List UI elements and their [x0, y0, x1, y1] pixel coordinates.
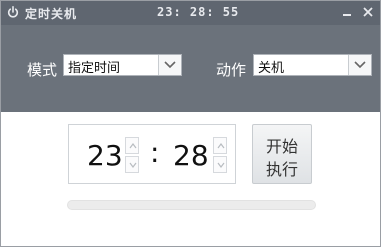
- start-button-label-line1: 开始: [265, 137, 298, 156]
- hour-down-button[interactable]: [125, 156, 139, 173]
- minute-down-button[interactable]: [213, 156, 227, 173]
- close-button[interactable]: [359, 3, 377, 21]
- chevron-down-icon: [164, 61, 176, 69]
- chevron-down-icon: [129, 162, 137, 168]
- minute-field[interactable]: 28: [173, 139, 209, 172]
- chevron-up-icon: [217, 143, 225, 149]
- hour-up-button[interactable]: [125, 137, 139, 154]
- chevron-down-icon: [217, 162, 225, 168]
- mode-dropdown-button[interactable]: [158, 55, 181, 75]
- title-bar[interactable]: 定时关机 23: 28: 55: [1, 1, 380, 25]
- hour-field[interactable]: 23: [87, 139, 123, 172]
- chevron-down-icon: [354, 61, 366, 69]
- mode-select-value: 指定时间: [68, 61, 121, 76]
- hour-spinner: [125, 137, 139, 173]
- mode-select[interactable]: 指定时间: [63, 54, 182, 76]
- minute-spinner: [213, 137, 227, 173]
- action-select-value: 关机: [258, 61, 285, 76]
- power-icon: [7, 6, 19, 18]
- minimize-icon: [343, 14, 351, 16]
- progress-bar: [67, 200, 316, 210]
- minute-up-button[interactable]: [213, 137, 227, 154]
- time-separator: :: [150, 136, 160, 169]
- start-button-label-line2: 执行: [265, 160, 298, 179]
- mode-label: 模式: [27, 61, 58, 79]
- current-time: 23: 28: 55: [157, 5, 240, 19]
- action-select[interactable]: 关机: [253, 54, 372, 76]
- minimize-button[interactable]: [338, 3, 356, 21]
- window: 定时关机 23: 28: 55 模式 指定时间 动作 关机 23 28: 开始…: [0, 0, 381, 247]
- close-icon: [363, 7, 373, 17]
- action-label: 动作: [216, 61, 247, 79]
- start-button[interactable]: 开始 执行: [252, 124, 312, 184]
- action-dropdown-button[interactable]: [348, 55, 371, 75]
- chevron-up-icon: [129, 143, 137, 149]
- app-title: 定时关机: [25, 7, 78, 21]
